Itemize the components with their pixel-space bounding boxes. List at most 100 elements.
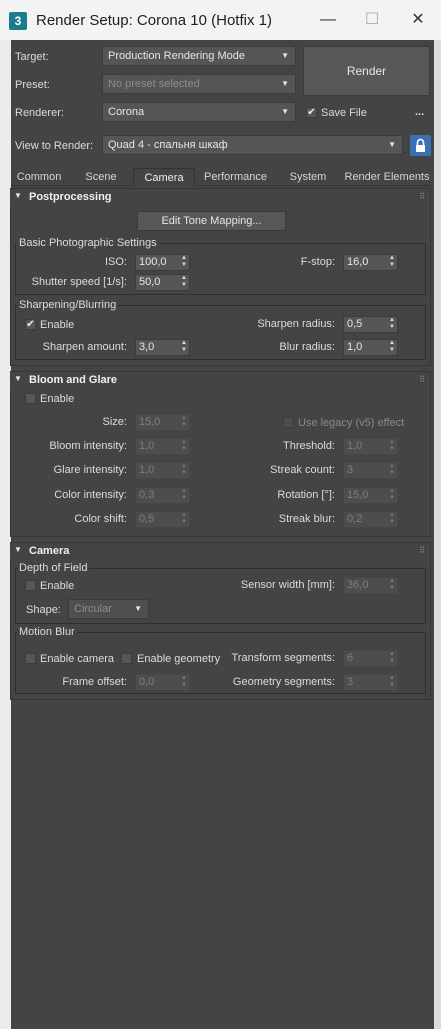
frame-offset-spinner[interactable]: 0,0 ▲ ▼ (135, 674, 190, 691)
tab-render-elements[interactable]: Render Elements (340, 168, 434, 186)
streak-blur-label: Streak blur: (278, 513, 335, 525)
iso-spinner[interactable]: 100,0 ▲ ▼ (135, 254, 190, 271)
target-label: Target: (15, 51, 49, 63)
edit-tone-mapping-button[interactable]: Edit Tone Mapping... (137, 211, 286, 231)
sensor-width-label: Sensor width [mm]: (240, 579, 335, 591)
dof-enable-checkbox[interactable] (25, 580, 36, 591)
save-file-checkbox[interactable]: ✔ (306, 107, 317, 118)
tab-common[interactable]: Common (12, 168, 66, 186)
renderer-dropdown[interactable]: Corona ▼ (102, 102, 296, 122)
spinner-arrows-icon[interactable]: ▲ ▼ (181, 275, 187, 289)
spinner-arrows-icon[interactable]: ▲ ▼ (389, 512, 395, 526)
spinner-arrows-icon[interactable]: ▲ ▼ (181, 340, 187, 354)
glare-intensity-spinner[interactable]: 1,0 ▲ ▼ (135, 462, 190, 479)
legacy-effect-label: Use legacy (v5) effect (298, 417, 405, 429)
sharpen-amount-value: 3,0 (139, 341, 155, 353)
view-to-render-dropdown[interactable]: Quad 4 - спальня шкаф ▼ (102, 135, 403, 155)
transform-segments-spinner[interactable]: 6 ▲ ▼ (343, 650, 398, 667)
more-options-button[interactable]: ... (415, 106, 424, 118)
tab-camera[interactable]: Camera (133, 168, 195, 186)
chevron-down-icon: ▼ (134, 604, 142, 613)
sharpen-amount-spinner[interactable]: 3,0 ▲ ▼ (135, 339, 190, 356)
streak-count-spinner[interactable]: 3 ▲ ▼ (343, 462, 398, 479)
renderer-label: Renderer: (15, 107, 64, 119)
render-button[interactable]: Render (303, 46, 430, 96)
spinner-arrows-icon[interactable]: ▲ ▼ (389, 675, 395, 689)
threshold-spinner[interactable]: 1,0 ▲ ▼ (343, 438, 398, 455)
preset-dropdown[interactable]: No preset selected ▼ (102, 74, 296, 94)
chevron-down-icon: ▼ (281, 107, 289, 116)
bloom-intensity-spinner[interactable]: 1,0 ▲ ▼ (135, 438, 190, 455)
bloom-enable-checkbox[interactable] (25, 393, 36, 404)
spinner-arrows-icon[interactable]: ▲ ▼ (181, 675, 187, 689)
tab-scene[interactable]: Scene (70, 168, 132, 186)
color-shift-spinner[interactable]: 0,5 ▲ ▼ (135, 511, 190, 528)
color-intensity-spinner[interactable]: 0,3 ▲ ▼ (135, 487, 190, 504)
fstop-spinner[interactable]: 16,0 ▲ ▼ (343, 254, 398, 271)
spinner-arrows-icon[interactable]: ▲ ▼ (181, 439, 187, 453)
iso-value: 100,0 (139, 256, 167, 268)
geometry-segments-spinner[interactable]: 3 ▲ ▼ (343, 674, 398, 691)
transform-segments-label: Transform segments: (231, 652, 335, 664)
camera-header[interactable]: ▼ Camera ⠿ (10, 543, 430, 560)
spinner-arrows-icon[interactable]: ▲ ▼ (181, 512, 187, 526)
bloom-intensity-label: Bloom intensity: (49, 440, 127, 452)
size-spinner[interactable]: 15,0 ▲ ▼ (135, 414, 190, 431)
spinner-arrows-icon[interactable]: ▲ ▼ (389, 578, 395, 592)
sharpen-enable-checkbox[interactable]: ✔ (25, 319, 36, 330)
enable-geometry-label: Enable geometry (137, 653, 221, 665)
spinner-arrows-icon[interactable]: ▲ ▼ (389, 340, 395, 354)
lock-view-button[interactable] (410, 135, 431, 156)
threshold-value: 1,0 (347, 440, 363, 452)
drag-grip-icon[interactable]: ⠿ (419, 375, 425, 384)
tab-performance[interactable]: Performance (197, 168, 274, 186)
chevron-down-icon: ▼ (281, 51, 289, 60)
glare-intensity-value: 1,0 (139, 464, 155, 476)
spinner-arrows-icon[interactable]: ▲ ▼ (181, 488, 187, 502)
enable-camera-checkbox[interactable] (25, 653, 36, 664)
depth-of-field-label: Depth of Field (17, 562, 90, 574)
geometry-segments-value: 3 (347, 676, 354, 688)
spinner-arrows-icon[interactable]: ▲ ▼ (389, 651, 395, 665)
spinner-arrows-icon[interactable]: ▲ ▼ (389, 463, 395, 477)
streak-blur-value: 0,2 (347, 513, 363, 525)
drag-grip-icon[interactable]: ⠿ (419, 192, 425, 201)
spinner-arrows-icon[interactable]: ▲ ▼ (181, 415, 187, 429)
shutter-speed-label: Shutter speed [1/s]: (31, 276, 127, 288)
enable-geometry-checkbox[interactable] (121, 653, 132, 664)
frame-offset-label: Frame offset: (62, 676, 127, 688)
app-icon: 3 (9, 12, 27, 30)
size-value: 15,0 (139, 416, 161, 428)
dof-enable-label: Enable (40, 580, 75, 592)
legacy-effect-checkbox[interactable] (283, 417, 294, 428)
sharpening-blurring-label: Sharpening/Blurring (17, 299, 119, 311)
rotation-value: 15,0 (347, 489, 369, 501)
sensor-width-spinner[interactable]: 36,0 ▲ ▼ (343, 577, 398, 594)
blur-radius-spinner[interactable]: 1,0 ▲ ▼ (343, 339, 398, 356)
shutter-speed-spinner[interactable]: 50,0 ▲ ▼ (135, 274, 190, 291)
streak-blur-spinner[interactable]: 0,2 ▲ ▼ (343, 511, 398, 528)
spinner-arrows-icon[interactable]: ▲ ▼ (389, 488, 395, 502)
rotation-spinner[interactable]: 15,0 ▲ ▼ (343, 487, 398, 504)
bloom-glare-title: Bloom and Glare (29, 374, 118, 386)
view-to-render-value: Quad 4 - спальня шкаф (108, 139, 228, 151)
postprocessing-title: Postprocessing (29, 191, 112, 203)
target-dropdown[interactable]: Production Rendering Mode ▼ (102, 46, 296, 66)
chevron-down-icon: ▼ (388, 140, 396, 149)
bloom-glare-header[interactable]: ▼ Bloom and Glare ⠿ (10, 372, 430, 389)
spinner-arrows-icon[interactable]: ▲ ▼ (181, 255, 187, 269)
maximize-icon[interactable]: ☐ (361, 10, 383, 30)
postprocessing-header[interactable]: ▼ Postprocessing ⠿ (10, 189, 430, 206)
spinner-arrows-icon[interactable]: ▲ ▼ (389, 439, 395, 453)
close-icon[interactable]: ✕ (407, 10, 429, 30)
glare-intensity-label: Glare intensity: (53, 464, 127, 476)
sharpen-radius-spinner[interactable]: 0,5 ▲ ▼ (343, 316, 398, 333)
spinner-arrows-icon[interactable]: ▲ ▼ (181, 463, 187, 477)
tab-system[interactable]: System (280, 168, 336, 186)
minimize-icon[interactable]: — (317, 10, 339, 30)
drag-grip-icon[interactable]: ⠿ (419, 546, 425, 555)
spinner-arrows-icon[interactable]: ▲ ▼ (389, 255, 395, 269)
shape-dropdown[interactable]: Circular ▼ (68, 599, 149, 619)
sharpen-enable-label: Enable (40, 319, 75, 331)
spinner-arrows-icon[interactable]: ▲ ▼ (389, 317, 395, 331)
